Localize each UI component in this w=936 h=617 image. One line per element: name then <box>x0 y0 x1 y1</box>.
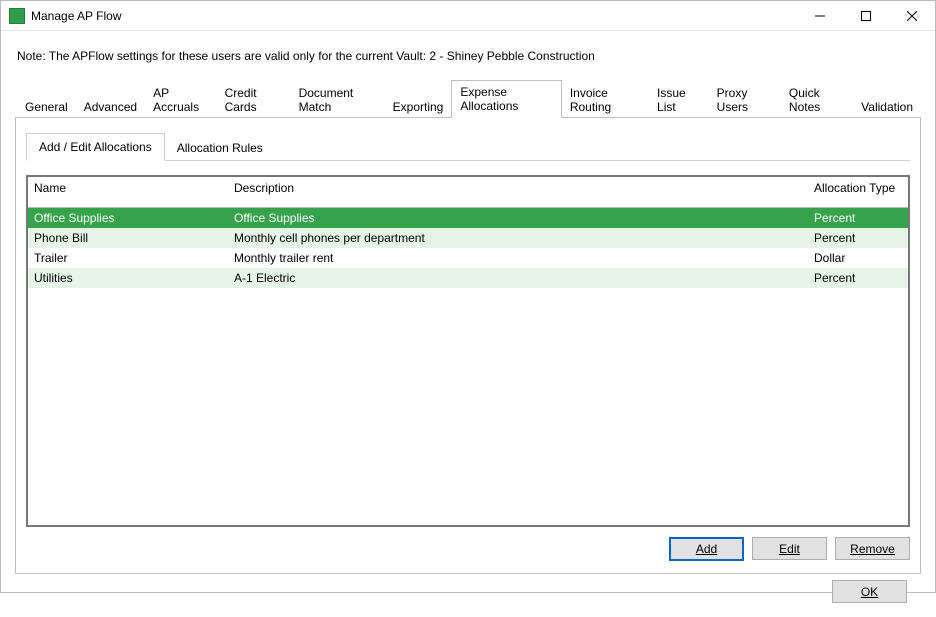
action-buttons: Add Edit Remove <box>26 537 910 561</box>
cell-type: Percent <box>808 207 908 228</box>
window-title: Manage AP Flow <box>31 9 122 23</box>
sub-tabs: Add / Edit AllocationsAllocation Rules <box>26 132 910 161</box>
note-text: Note: The APFlow settings for these user… <box>17 49 921 63</box>
close-icon <box>907 11 917 21</box>
cell-description: A-1 Electric <box>228 268 808 288</box>
close-button[interactable] <box>889 1 935 31</box>
minimize-icon <box>815 11 825 21</box>
col-header-description[interactable]: Description <box>228 177 808 207</box>
cell-type: Percent <box>808 228 908 248</box>
cell-description: Monthly trailer rent <box>228 248 808 268</box>
table-row[interactable]: TrailerMonthly trailer rentDollar <box>28 248 908 268</box>
main-tabs: GeneralAdvancedAP AccrualsCredit CardsDo… <box>15 79 921 118</box>
ok-button[interactable]: OK <box>832 580 907 603</box>
tab-validation[interactable]: Validation <box>853 96 921 118</box>
cell-name: Utilities <box>28 268 228 288</box>
remove-button[interactable]: Remove <box>835 537 910 560</box>
titlebar: Manage AP Flow <box>1 1 935 31</box>
dialog-buttons: OK <box>15 574 921 603</box>
cell-type: Dollar <box>808 248 908 268</box>
cell-name: Trailer <box>28 248 228 268</box>
tab-ap-accruals[interactable]: AP Accruals <box>145 82 217 118</box>
cell-description: Office Supplies <box>228 207 808 228</box>
col-header-name[interactable]: Name <box>28 177 228 207</box>
tab-advanced[interactable]: Advanced <box>76 96 145 118</box>
maximize-button[interactable] <box>843 1 889 31</box>
table-row[interactable]: UtilitiesA-1 ElectricPercent <box>28 268 908 288</box>
allocations-table: Name Description Allocation Type Office … <box>26 175 910 527</box>
tab-proxy-users[interactable]: Proxy Users <box>709 82 781 118</box>
tab-exporting[interactable]: Exporting <box>385 96 452 118</box>
tab-issue-list[interactable]: Issue List <box>649 82 709 118</box>
minimize-button[interactable] <box>797 1 843 31</box>
edit-button[interactable]: Edit <box>752 537 827 560</box>
subtab-add-edit-allocations[interactable]: Add / Edit Allocations <box>26 133 165 161</box>
app-icon <box>9 8 25 24</box>
add-button[interactable]: Add <box>669 537 744 561</box>
subtab-allocation-rules[interactable]: Allocation Rules <box>165 135 275 161</box>
cell-type: Percent <box>808 268 908 288</box>
tab-general[interactable]: General <box>17 96 76 118</box>
table-row[interactable]: Phone BillMonthly cell phones per depart… <box>28 228 908 248</box>
tab-expense-allocations[interactable]: Expense Allocations <box>451 80 561 118</box>
cell-description: Monthly cell phones per department <box>228 228 808 248</box>
tab-document-match[interactable]: Document Match <box>291 82 385 118</box>
maximize-icon <box>861 11 871 21</box>
table-row[interactable]: Office SuppliesOffice SuppliesPercent <box>28 207 908 228</box>
tab-invoice-routing[interactable]: Invoice Routing <box>562 82 649 118</box>
tab-quick-notes[interactable]: Quick Notes <box>781 82 853 118</box>
tab-panel: Add / Edit AllocationsAllocation Rules N… <box>15 118 921 574</box>
cell-name: Office Supplies <box>28 207 228 228</box>
col-header-type[interactable]: Allocation Type <box>808 177 908 207</box>
cell-name: Phone Bill <box>28 228 228 248</box>
tab-credit-cards[interactable]: Credit Cards <box>217 82 291 118</box>
